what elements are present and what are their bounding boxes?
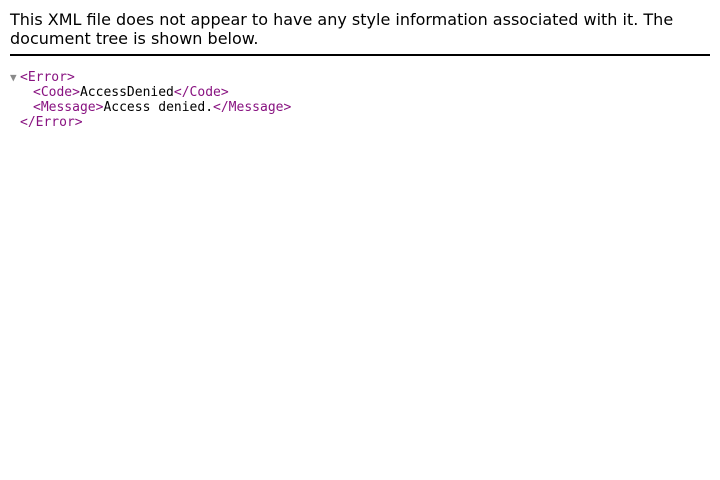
xml-text-code: AccessDenied [79,85,174,100]
xml-close-tag-message: </Message> [213,100,292,115]
xml-root-open-line: ▼ <Error> [10,70,710,85]
style-info-line-2: document tree is shown below. [10,29,259,48]
xml-open-tag-error: <Error> [20,70,75,85]
style-info-header: This XML file does not appear to have an… [10,10,710,56]
xml-close-tag-error: </Error> [20,115,83,130]
xml-viewer-page: This XML file does not appear to have an… [0,0,720,480]
xml-text-message: Access denied. [103,100,214,115]
xml-root-close-line: </Error> [10,115,710,130]
xml-element-code: <Code>AccessDenied</Code> [10,85,710,100]
xml-element-message: <Message>Access denied.</Message> [10,100,710,115]
style-info-line-1: This XML file does not appear to have an… [10,10,674,29]
xml-close-tag-code: </Code> [173,85,229,100]
xml-open-tag-code: <Code> [33,85,80,100]
xml-open-tag-message: <Message> [33,100,104,115]
xml-document-tree: ▼ <Error> <Code>AccessDenied</Code> <Mess… [10,70,710,130]
collapse-triangle-icon[interactable]: ▼ [10,70,20,85]
